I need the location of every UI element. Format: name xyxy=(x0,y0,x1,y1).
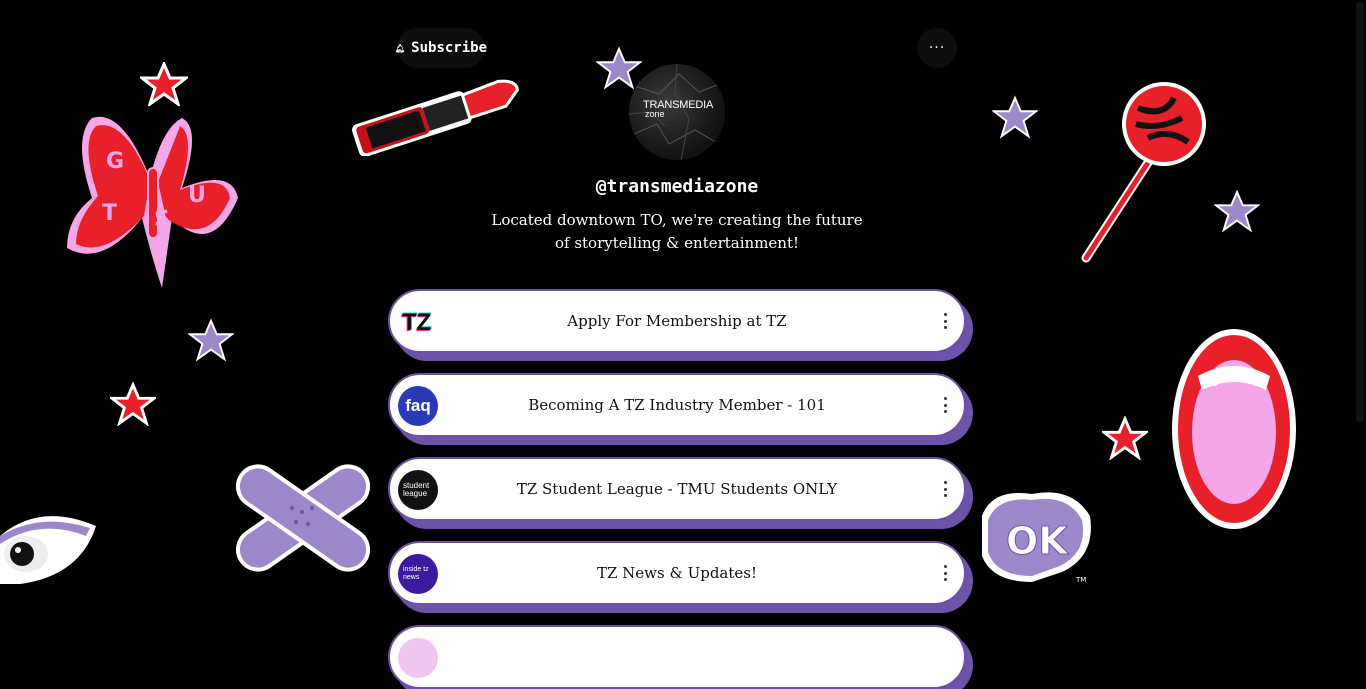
purple-star-icon xyxy=(1214,190,1260,232)
ok-bubble-sticker-icon: OK TM xyxy=(982,492,1091,584)
avatar-logo-line2: zone xyxy=(645,109,665,119)
inside-tz-news-icon: inside tz news xyxy=(398,554,438,594)
tz-logo-icon: TZ TZ TZ xyxy=(398,302,438,342)
link-options-icon[interactable] xyxy=(942,565,948,581)
butterfly-letter-g: G xyxy=(106,149,124,174)
bell-icon: 🔔︎ xyxy=(395,43,406,53)
news-thumb-text: inside tz news xyxy=(403,566,429,581)
subscribe-button[interactable]: 🔔︎ Subscribe xyxy=(395,28,488,68)
profile-bio: Located downtown TO, we're creating the … xyxy=(491,211,863,252)
student-league-icon: student league xyxy=(398,470,438,510)
link-options-icon[interactable] xyxy=(942,313,948,329)
partial-link-icon xyxy=(398,638,438,678)
lipstick-sticker-icon xyxy=(352,79,519,156)
svg-text:TZ: TZ xyxy=(402,309,431,336)
link-card-partial[interactable] xyxy=(388,625,966,689)
butterfly-sticker-icon: G T S U xyxy=(67,116,238,288)
purple-star-icon xyxy=(188,318,234,362)
link-options-icon[interactable] xyxy=(942,481,948,497)
red-star-icon xyxy=(110,382,156,426)
link-card-student-league[interactable]: student league TZ Student League - TMU S… xyxy=(388,457,966,521)
link-card-news-updates[interactable]: inside tz news TZ News & Updates! xyxy=(388,541,966,605)
red-star-icon xyxy=(140,62,188,106)
eye-sticker-icon xyxy=(0,516,96,584)
red-star-icon xyxy=(1102,416,1148,460)
ok-bubble-text: OK xyxy=(1006,519,1069,563)
butterfly-letter-t: T xyxy=(102,201,117,226)
link-label: TZ Student League - TMU Students ONLY xyxy=(516,480,838,498)
scrollbar-thumb[interactable] xyxy=(1356,2,1364,422)
link-label: TZ News & Updates! xyxy=(596,564,758,582)
purple-star-icon xyxy=(596,46,642,90)
link-label: Apply For Membership at TZ xyxy=(567,312,787,330)
avatar: TRANSMEDIA zone xyxy=(629,64,725,160)
lollipop-sticker-icon xyxy=(1081,82,1206,263)
purple-star-icon xyxy=(992,95,1038,139)
league-thumb-text: student league xyxy=(403,481,430,498)
link-options-icon[interactable] xyxy=(942,397,948,413)
bandage-sticker-icon xyxy=(235,464,371,572)
butterfly-letter-u: U xyxy=(188,183,206,208)
page-scrollbar[interactable] xyxy=(1354,0,1366,651)
faq-thumb-text: faq xyxy=(405,396,431,415)
butterfly-letter-s: S xyxy=(154,207,170,232)
link-label: Becoming A TZ Industry Member - 101 xyxy=(528,396,826,414)
link-label xyxy=(450,627,904,687)
link-card-apply-membership[interactable]: TZ TZ TZ Apply For Membership at TZ xyxy=(388,289,966,353)
mouth-sticker-icon xyxy=(1172,329,1296,529)
faq-icon: faq xyxy=(398,386,438,426)
link-card-industry-member[interactable]: faq Becoming A TZ Industry Member - 101 xyxy=(388,373,966,437)
subscribe-label: Subscribe xyxy=(411,40,488,56)
more-options-button[interactable]: ··· xyxy=(917,28,957,68)
cracked-texture xyxy=(629,64,725,160)
tm-mark: TM xyxy=(1075,576,1086,584)
more-label: ··· xyxy=(928,40,946,56)
